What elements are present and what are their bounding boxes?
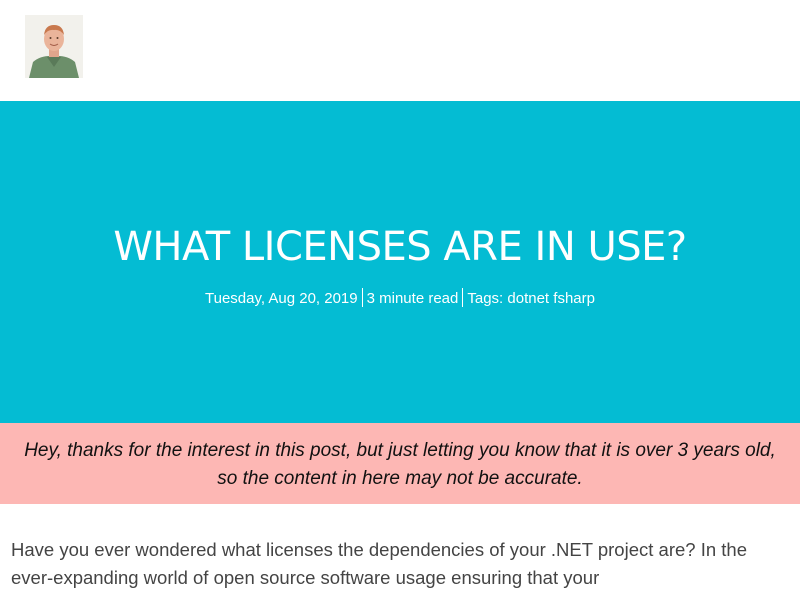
meta-divider [361, 288, 363, 307]
page: WHAT LICENSES ARE IN USE? Tuesday, Aug 2… [0, 0, 800, 600]
page-title: WHAT LICENSES ARE IN USE? [113, 224, 687, 270]
post-hero: WHAT LICENSES ARE IN USE? Tuesday, Aug 2… [0, 101, 800, 423]
meta-divider [462, 288, 464, 307]
post-paragraph: Have you ever wondered what licenses the… [11, 539, 747, 588]
read-time: 3 minute read [366, 290, 459, 307]
tags-label: Tags: [467, 290, 504, 307]
tag-link-dotnet[interactable]: dotnet [507, 290, 549, 307]
old-post-notice-text: Hey, thanks for the interest in this pos… [24, 440, 776, 489]
site-header [0, 0, 800, 101]
tag-link-fsharp[interactable]: fsharp [553, 290, 595, 307]
avatar[interactable] [25, 15, 83, 78]
old-post-notice: Hey, thanks for the interest in this pos… [0, 423, 800, 504]
post-content: Have you ever wondered what licenses the… [11, 536, 791, 592]
post-date: Tuesday, Aug 20, 2019 [205, 290, 358, 307]
post-meta: Tuesday, Aug 20, 2019 3 minute read Tags: … [0, 288, 800, 310]
avatar-photo [25, 15, 83, 78]
